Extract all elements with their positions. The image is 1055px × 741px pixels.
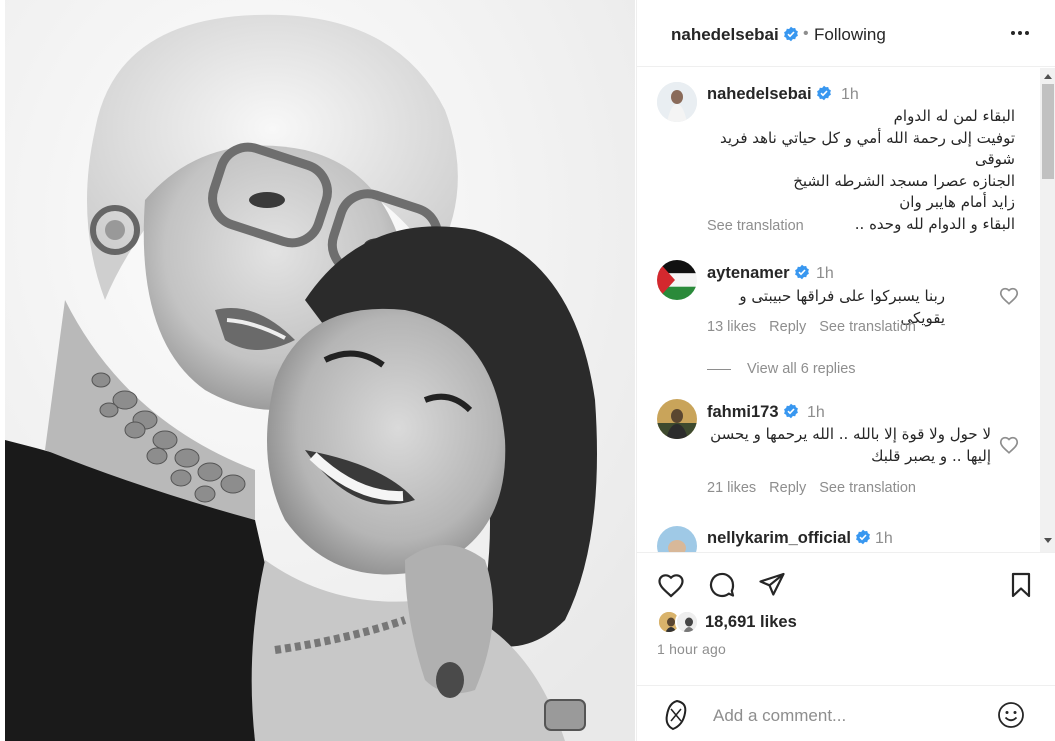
caption-line: زايد أمام هايبر وان	[899, 193, 1015, 211]
emoji-icon[interactable]	[996, 700, 1026, 730]
avatar-image	[657, 526, 697, 552]
caption-line: توفيت إلى رحمة الله أمي و كل حياتي ناهد …	[720, 128, 1015, 169]
comment-avatar-aytenamer[interactable]	[657, 260, 697, 300]
comments-scrollbar[interactable]	[1040, 68, 1055, 552]
post-photo[interactable]	[5, 0, 635, 741]
comment-meta: 21 likes Reply See translation	[707, 480, 929, 496]
scroll-up-arrow-icon[interactable]	[1044, 74, 1052, 79]
verified-badge-icon	[816, 85, 831, 101]
post-side-panel: nahedelsebai • Following nahedelsebai 1h…	[636, 0, 1055, 741]
post-timestamp[interactable]: 1 hour ago	[657, 641, 726, 657]
comment-likes-count[interactable]: 13 likes	[707, 319, 756, 335]
share-icon[interactable]	[757, 570, 787, 600]
comment-see-translation[interactable]: See translation	[819, 319, 916, 335]
post-actions-section: 18,691 likes 1 hour ago	[637, 552, 1055, 741]
caption-text: البقاء لمن له الدوام توفيت إلى رحمة الله…	[697, 106, 1015, 235]
caption-line: الجنازه عصرا مسجد الشرطه الشيخ	[793, 171, 1015, 190]
comment-text: لا حول ولا قوة إلا بالله .. الله يرحمها …	[697, 424, 991, 467]
verified-badge-icon	[783, 403, 798, 419]
palestine-flag-avatar	[657, 260, 697, 300]
verified-badge-icon	[856, 529, 870, 545]
comment-like-heart-icon[interactable]	[998, 434, 1020, 456]
liker-avatar	[675, 610, 699, 634]
post-photo-image	[5, 0, 635, 741]
comments-list[interactable]: nahedelsebai 1h البقاء لمن له الدوام توف…	[637, 68, 1040, 552]
comment-text-line: لا حول ولا قوة إلا بالله .. الله يرحمها …	[710, 425, 991, 443]
verified-badge-icon	[794, 264, 809, 280]
comment-see-translation[interactable]: See translation	[819, 480, 916, 496]
comment-avatar-fahmi173[interactable]	[657, 399, 697, 439]
following-button[interactable]: Following	[814, 25, 886, 45]
comment-author-aytenamer[interactable]: aytenamer	[707, 264, 810, 283]
comment-icon[interactable]	[707, 570, 737, 600]
comment-like-heart-icon[interactable]	[998, 285, 1020, 307]
comment-meta: 13 likes Reply See translation	[707, 319, 929, 335]
avatar-image	[657, 695, 697, 735]
comment-reply-button[interactable]: Reply	[769, 319, 806, 335]
post-likes-count[interactable]: 18,691 likes	[705, 613, 797, 632]
scrollbar-thumb[interactable]	[1042, 84, 1054, 179]
separator-dot: •	[803, 25, 809, 42]
comment-time[interactable]: 1h	[875, 530, 893, 548]
comment-time[interactable]: 1h	[816, 265, 834, 283]
add-comment-bar	[637, 685, 1055, 741]
add-comment-input[interactable]	[713, 704, 973, 728]
comment-reply-button[interactable]: Reply	[769, 480, 806, 496]
bookmark-icon[interactable]	[1006, 570, 1036, 600]
caption-author-username[interactable]: nahedelsebai	[707, 85, 832, 104]
avatar-image	[657, 399, 697, 439]
caption-see-translation[interactable]: See translation	[707, 218, 804, 234]
view-replies-button[interactable]: View all 6 replies	[707, 361, 856, 377]
more-options-icon[interactable]	[1009, 22, 1031, 44]
comment-text-line: إليها .. و يصبر قلبك	[871, 446, 991, 465]
current-user-avatar	[657, 695, 697, 735]
caption-time[interactable]: 1h	[841, 86, 859, 104]
verified-badge-icon	[783, 26, 798, 42]
comment-avatar-nellykarim[interactable]	[657, 526, 697, 552]
post-header: nahedelsebai • Following	[637, 0, 1055, 67]
comment-author-nellykarim[interactable]: nellykarim_official	[707, 529, 871, 548]
scroll-down-arrow-icon[interactable]	[1044, 538, 1052, 543]
heart-icon[interactable]	[656, 570, 686, 600]
caption-line: البقاء لمن له الدوام	[893, 107, 1015, 125]
comment-author-fahmi173[interactable]: fahmi173	[707, 403, 799, 422]
caption-author-avatar[interactable]	[657, 82, 697, 122]
avatar-image	[657, 82, 697, 122]
comment-time[interactable]: 1h	[807, 404, 825, 422]
post-author-username[interactable]: nahedelsebai	[671, 25, 799, 45]
comment-likes-count[interactable]: 21 likes	[707, 480, 756, 496]
